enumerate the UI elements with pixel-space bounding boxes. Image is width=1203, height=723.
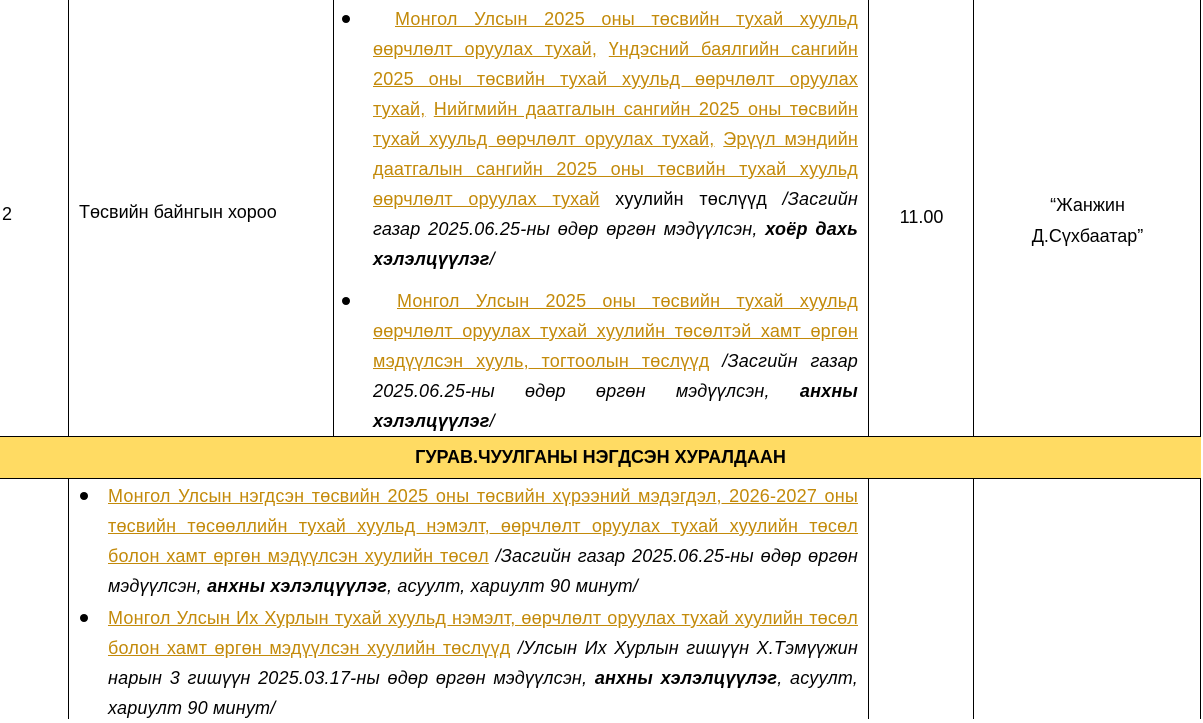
bullet-icon [80, 614, 88, 622]
item-note-end: , асуулт, хариулт 90 минут/ [387, 576, 639, 596]
bullet-icon [342, 297, 350, 305]
section-title: ГУРАВ.ЧУУЛГАНЫ НЭГДСЭН ХУРАЛДААН [415, 447, 786, 467]
item-note-bold: анхны хэлэлцүүлэг [207, 576, 388, 596]
committee-name: Төсвийн байнгын хороо [79, 202, 277, 222]
bullet-icon [342, 15, 350, 23]
grid-line [973, 479, 974, 719]
item-text: хуулийн төслүүд [615, 189, 767, 209]
item-note-end: / [489, 411, 495, 431]
agenda-item: Монгол Улсын 2025 оны төсвийн тухай хуул… [342, 4, 858, 274]
grid-line [868, 479, 869, 719]
meeting-hall: “Жанжин Д.Сүхбаатар” [975, 190, 1200, 252]
grid-line [973, 0, 974, 436]
row-number: 2 [2, 204, 13, 224]
grid-line [868, 0, 869, 436]
meeting-time: 11.00 [899, 207, 944, 227]
grid-line [68, 479, 69, 719]
hall-line: “Жанжин [1050, 195, 1125, 215]
grid-line [1200, 0, 1201, 719]
agenda-item: Монгол Улсын Их Хурлын тухай хуульд нэмэ… [80, 603, 858, 723]
hall-line: Д.Сүхбаатар” [1031, 226, 1144, 246]
agenda-page: 2 Төсвийн байнгын хороо Монгол Улсын 202… [0, 0, 1203, 719]
grid-line [333, 0, 334, 436]
bullet-icon [80, 492, 88, 500]
item-note-bold: анхны хэлэлцүүлэг [594, 668, 778, 688]
agenda-item: Монгол Улсын нэгдсэн төсвийн 2025 оны тө… [80, 481, 858, 601]
agenda-item: Монгол Улсын 2025 оны төсвийн тухай хуул… [342, 286, 858, 436]
item-note-end: / [489, 249, 495, 269]
grid-line [68, 0, 69, 436]
